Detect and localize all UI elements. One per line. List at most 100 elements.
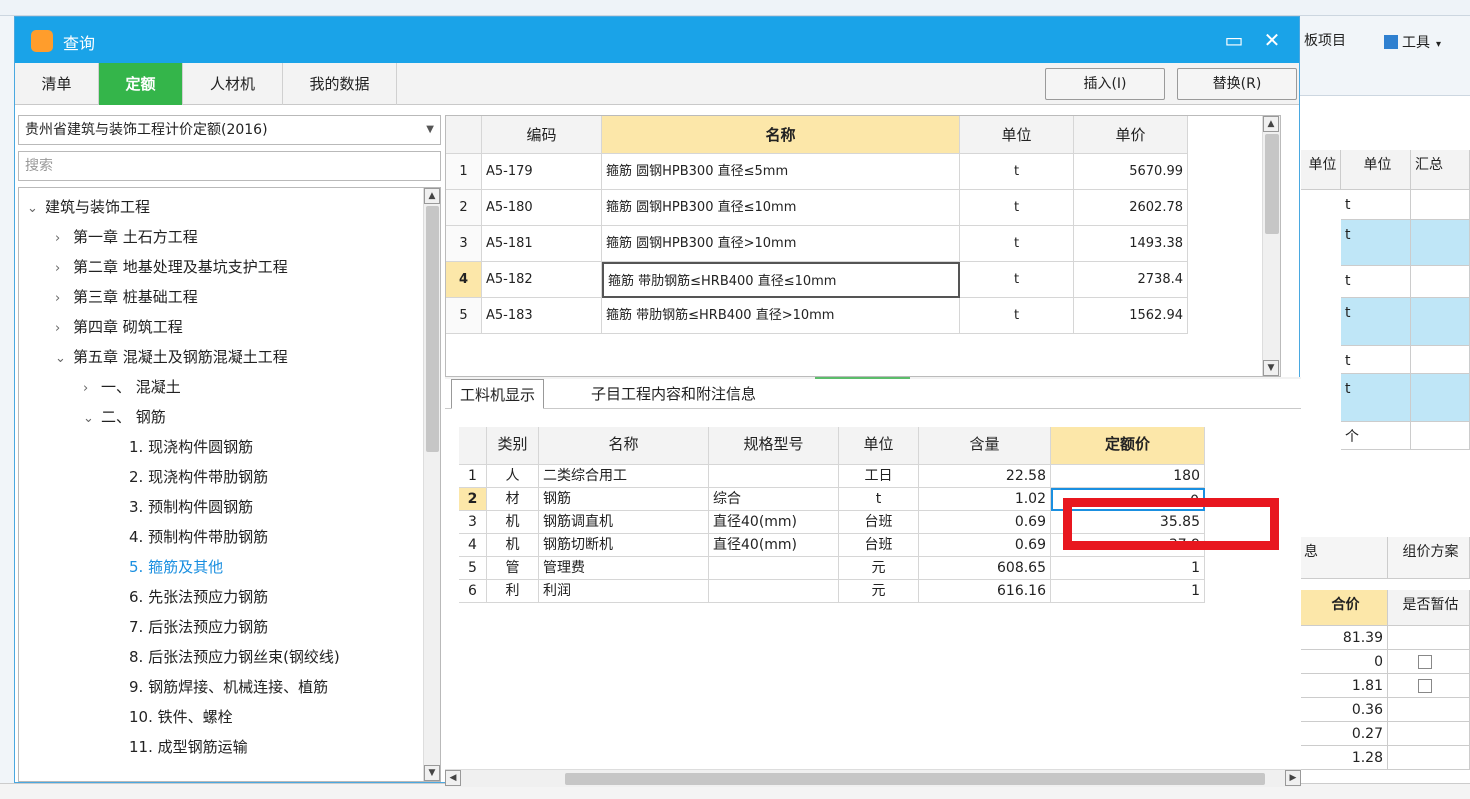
- quota-cell[interactable]: 箍筋 带肋钢筋≤HRB400 直径>10mm: [602, 298, 960, 334]
- row-number[interactable]: 2: [459, 488, 487, 511]
- row-number[interactable]: 2: [446, 190, 482, 226]
- resource-cell[interactable]: 综合: [709, 488, 839, 511]
- insert-button[interactable]: 插入(I): [1045, 68, 1165, 100]
- quota-cell[interactable]: A5-179: [482, 154, 602, 190]
- resource-cell[interactable]: 元: [839, 580, 919, 603]
- tree-scrollbar[interactable]: ▲ ▼: [423, 188, 440, 781]
- resource-cell[interactable]: 钢筋: [539, 488, 709, 511]
- chevron-right-icon[interactable]: ›: [55, 284, 73, 314]
- row-number[interactable]: 6: [459, 580, 487, 603]
- quota-table-scrollbar[interactable]: ▲ ▼: [1262, 116, 1280, 376]
- ribbon-tools[interactable]: 工具 ▾: [1384, 32, 1441, 52]
- search-input[interactable]: 搜索: [18, 151, 441, 181]
- row-number[interactable]: 3: [446, 226, 482, 262]
- resource-cell[interactable]: 机: [487, 511, 539, 534]
- tree-item[interactable]: ⌄ 建筑与装饰工程: [27, 192, 150, 222]
- tree-item[interactable]: › 第二章 地基处理及基坑支护工程: [55, 252, 288, 282]
- tree-item[interactable]: 3. 预制构件圆钢筋: [129, 492, 253, 522]
- chevron-right-icon[interactable]: ›: [55, 224, 73, 254]
- quota-library-select[interactable]: 贵州省建筑与装饰工程计价定额(2016) ▼: [18, 115, 441, 145]
- scroll-down-icon[interactable]: ▼: [424, 765, 440, 781]
- tab-3[interactable]: 我的数据: [283, 63, 397, 105]
- resource-cell[interactable]: 180: [1051, 465, 1205, 488]
- quota-cell[interactable]: 1493.38: [1074, 226, 1188, 262]
- quota-scroll-thumb[interactable]: [1265, 134, 1279, 234]
- maximize-button[interactable]: ▭: [1221, 27, 1247, 53]
- quota-cell[interactable]: t: [960, 262, 1074, 298]
- quota-cell[interactable]: 2738.4: [1074, 262, 1188, 298]
- resource-cell[interactable]: 利: [487, 580, 539, 603]
- resource-cell[interactable]: 0.69: [919, 511, 1051, 534]
- resource-cell[interactable]: 钢筋切断机: [539, 534, 709, 557]
- resource-cell[interactable]: t: [839, 488, 919, 511]
- quota-cell[interactable]: A5-182: [482, 262, 602, 298]
- resource-cell[interactable]: 二类综合用工: [539, 465, 709, 488]
- resource-cell[interactable]: 人: [487, 465, 539, 488]
- resource-cell[interactable]: 616.16: [919, 580, 1051, 603]
- quota-cell[interactable]: 5670.99: [1074, 154, 1188, 190]
- chevron-down-icon[interactable]: ⌄: [83, 404, 101, 434]
- replace-button[interactable]: 替换(R): [1177, 68, 1297, 100]
- tree-item[interactable]: ⌄ 第五章 混凝土及钢筋混凝土工程: [55, 342, 288, 372]
- quota-cell[interactable]: t: [960, 298, 1074, 334]
- tree-item[interactable]: 1. 现浇构件圆钢筋: [129, 432, 253, 462]
- resource-cell[interactable]: 机: [487, 534, 539, 557]
- tree-item[interactable]: 10. 铁件、螺栓: [129, 702, 233, 732]
- tree-item[interactable]: 8. 后张法预应力钢丝束(钢绞线): [129, 642, 340, 672]
- tab-2[interactable]: 人材机: [183, 63, 283, 105]
- chevron-down-icon[interactable]: ⌄: [27, 194, 45, 224]
- scroll-right-icon[interactable]: ▶: [1285, 770, 1301, 786]
- tree-item[interactable]: 4. 预制构件带肋钢筋: [129, 522, 268, 552]
- row-number[interactable]: 5: [446, 298, 482, 334]
- checkbox[interactable]: [1418, 679, 1432, 693]
- row-number[interactable]: 1: [459, 465, 487, 488]
- resource-cell[interactable]: [709, 557, 839, 580]
- resource-cell[interactable]: 管理费: [539, 557, 709, 580]
- resource-cell[interactable]: 管: [487, 557, 539, 580]
- tree-item[interactable]: › 第一章 土石方工程: [55, 222, 198, 252]
- quota-cell[interactable]: 箍筋 圆钢HPB300 直径≤10mm: [602, 190, 960, 226]
- resource-cell[interactable]: 1: [1051, 557, 1205, 580]
- quota-cell[interactable]: A5-183: [482, 298, 602, 334]
- quota-cell[interactable]: 1562.94: [1074, 298, 1188, 334]
- hscroll-thumb[interactable]: [565, 773, 1265, 785]
- tab-1[interactable]: 定额: [99, 63, 183, 105]
- tree-item[interactable]: 7. 后张法预应力钢筋: [129, 612, 268, 642]
- quota-cell[interactable]: t: [960, 190, 1074, 226]
- resource-cell[interactable]: 台班: [839, 534, 919, 557]
- tab-0[interactable]: 清单: [15, 63, 99, 105]
- quota-cell[interactable]: A5-180: [482, 190, 602, 226]
- quota-cell[interactable]: A5-181: [482, 226, 602, 262]
- resource-cell[interactable]: 利润: [539, 580, 709, 603]
- scroll-up-icon[interactable]: ▲: [1263, 116, 1279, 132]
- resource-cell[interactable]: 工日: [839, 465, 919, 488]
- resource-cell[interactable]: 0.69: [919, 534, 1051, 557]
- resource-cell[interactable]: 元: [839, 557, 919, 580]
- tree-item[interactable]: 11. 成型钢筋运输: [129, 732, 248, 762]
- resource-cell[interactable]: 608.65: [919, 557, 1051, 580]
- close-button[interactable]: ✕: [1259, 27, 1285, 53]
- resource-cell[interactable]: 材: [487, 488, 539, 511]
- tree-item[interactable]: › 第四章 砌筑工程: [55, 312, 183, 342]
- resource-cell[interactable]: 直径40(mm): [709, 511, 839, 534]
- quota-cell[interactable]: 2602.78: [1074, 190, 1188, 226]
- row-number[interactable]: 5: [459, 557, 487, 580]
- tree-item[interactable]: ⌄ 二、 钢筋: [83, 402, 166, 432]
- tree-item[interactable]: › 第三章 桩基础工程: [55, 282, 198, 312]
- row-number[interactable]: 4: [446, 262, 482, 298]
- subtab-1[interactable]: 子目工程内容和附注信息: [583, 379, 764, 409]
- resource-cell[interactable]: 1.02: [919, 488, 1051, 511]
- resource-cell[interactable]: 台班: [839, 511, 919, 534]
- quota-cell[interactable]: 箍筋 带肋钢筋≤HRB400 直径≤10mm: [602, 262, 960, 298]
- tree-item[interactable]: 2. 现浇构件带肋钢筋: [129, 462, 268, 492]
- resource-cell[interactable]: [709, 580, 839, 603]
- chevron-down-icon[interactable]: ⌄: [55, 344, 73, 374]
- tree-item[interactable]: 9. 钢筋焊接、机械连接、植筋: [129, 672, 328, 702]
- checkbox[interactable]: [1418, 655, 1432, 669]
- quota-cell[interactable]: t: [960, 226, 1074, 262]
- subtab-0[interactable]: 工料机显示: [451, 379, 545, 409]
- chevron-right-icon[interactable]: ›: [55, 314, 73, 344]
- resource-cell[interactable]: 直径40(mm): [709, 534, 839, 557]
- quota-cell[interactable]: t: [960, 154, 1074, 190]
- tree-item[interactable]: 5. 箍筋及其他: [129, 552, 223, 582]
